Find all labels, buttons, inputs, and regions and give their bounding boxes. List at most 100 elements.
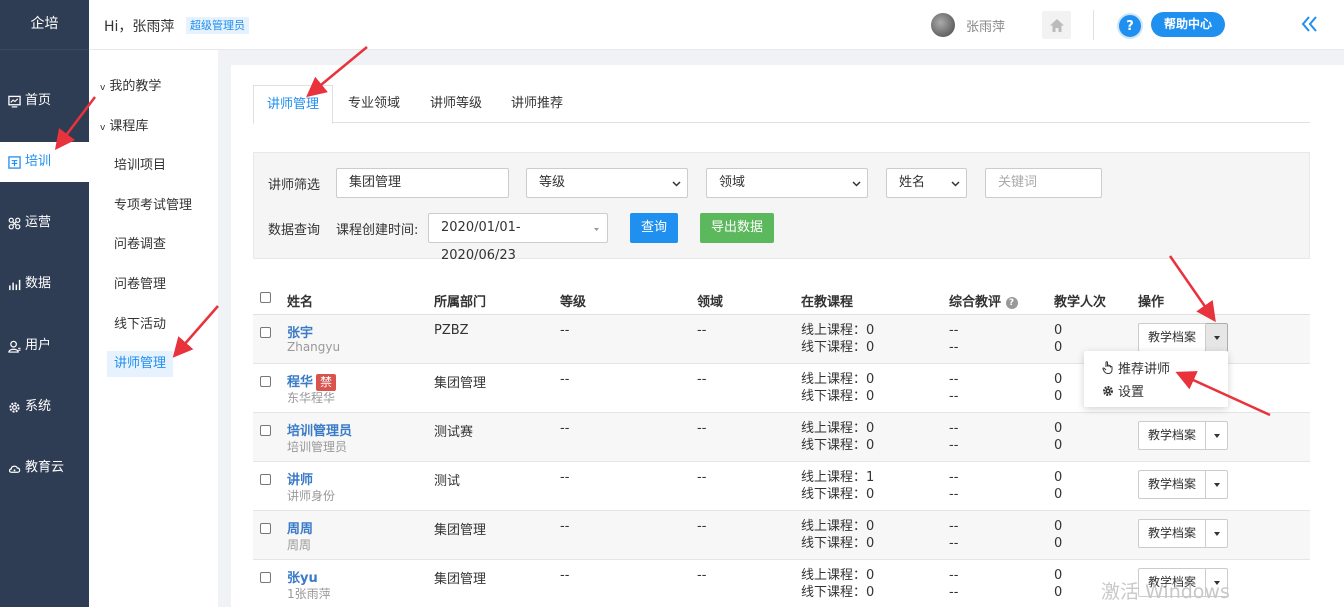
online-label: 线上课程： [801, 323, 867, 338]
home-button[interactable] [1042, 11, 1071, 39]
created-time-label: 课程创建时间: [336, 223, 419, 238]
group-input[interactable]: 集团管理 [336, 168, 509, 198]
action-dropdown-toggle[interactable] [1206, 519, 1229, 548]
lecturer-sub: 周周 [287, 538, 312, 552]
rating-value: -- [949, 323, 959, 338]
query-button[interactable]: 查询 [630, 213, 678, 243]
keyword-input[interactable]: 关键词 [985, 168, 1102, 198]
dept-cell: 测试赛 [434, 425, 474, 440]
select-all-checkbox[interactable] [260, 292, 271, 303]
row-checkbox[interactable] [260, 572, 271, 583]
dept-cell: PZBZ [434, 323, 469, 338]
domain-select[interactable]: 领域 [706, 168, 868, 198]
gear-icon [1103, 385, 1113, 396]
menu-item-settings[interactable]: 设置 [1102, 381, 1144, 400]
row-checkbox[interactable] [260, 425, 271, 436]
help-question-icon[interactable]: ? [1117, 13, 1143, 39]
rating-cell: -- -- [949, 518, 958, 552]
lecturer-name-link[interactable]: 程华禁 [287, 371, 337, 391]
rating-value: -- [949, 470, 959, 485]
nav-item-data[interactable]: 数据 [0, 264, 89, 304]
offline-courses: 线下课程：0 [801, 584, 874, 601]
teaching-archive-button[interactable]: 教学档案 [1138, 470, 1207, 499]
export-button[interactable]: 导出数据 [700, 213, 774, 243]
nav-item-edu-cloud[interactable]: 教育云 [0, 448, 89, 488]
teaching-archive-button[interactable]: 教学档案 [1138, 323, 1207, 352]
nav-item-system[interactable]: 系统 [0, 387, 89, 427]
nav-item-training[interactable]: 培训 [0, 142, 89, 182]
nav-item-home[interactable]: 首页 [0, 81, 89, 121]
subnav-group-my-teaching[interactable]: v 我的教学 [100, 78, 161, 97]
nav-item-operations[interactable]: 运营 [0, 203, 89, 243]
tab-recommend[interactable]: 讲师推荐 [511, 85, 563, 123]
action-dropdown-toggle[interactable] [1206, 323, 1229, 352]
offline-label: 线下课程： [801, 487, 867, 502]
online-courses: 线上课程：0 [801, 567, 874, 584]
brand-logo[interactable]: 企培 [0, 0, 89, 50]
subnav-item-survey-manage[interactable]: 问卷管理 [114, 276, 166, 294]
subnav-item-survey[interactable]: 问卷调查 [114, 236, 166, 254]
username[interactable]: 张雨萍 [966, 16, 1005, 35]
subnav-item-training-projects[interactable]: 培训项目 [114, 157, 166, 175]
filter-label: 讲师筛选 [268, 178, 321, 193]
row-checkbox[interactable] [260, 327, 271, 338]
lecturer-name-link[interactable]: 张yu [287, 567, 318, 586]
lecturer-name-link[interactable]: 培训管理员 [287, 420, 352, 439]
offline-courses: 线下课程：0 [801, 437, 874, 454]
domain-cell: -- [697, 568, 707, 583]
question-circle-icon[interactable]: ? [1005, 297, 1018, 309]
online-courses: 线上课程：0 [801, 322, 874, 339]
training-icon [8, 155, 21, 169]
help-center-button[interactable]: 帮助中心 [1151, 12, 1226, 37]
offline-label: 线下课程： [801, 438, 867, 453]
menu-item-recommend[interactable]: 推荐讲师 [1102, 358, 1170, 377]
row-checkbox[interactable] [260, 523, 271, 534]
nav-label: 用户 [25, 338, 52, 353]
collapse-icon[interactable] [1299, 14, 1319, 34]
online-courses: 线上课程：0 [801, 518, 874, 535]
lecturer-sub: 东华程华 [287, 391, 336, 405]
lecturer-name-link[interactable]: 周周 [287, 518, 313, 537]
count-value: 0 [1054, 421, 1063, 436]
tab-lecturer-manage[interactable]: 讲师管理 [253, 85, 334, 124]
chevron-down-icon [852, 181, 861, 187]
table-row: 培训管理员 培训管理员 测试赛 -- -- 线上课程：0 线下课程：0 -- -- … [253, 413, 1310, 462]
count-value: 0 [1054, 536, 1063, 551]
subnav-item-lecturer-manage[interactable]: 讲师管理 [107, 351, 174, 377]
count-value: 0 [1054, 585, 1063, 600]
teaching-archive-button[interactable]: 教学档案 [1138, 519, 1207, 548]
action-dropdown-toggle[interactable] [1206, 421, 1229, 450]
level-select[interactable]: 等级 [526, 168, 688, 198]
online-count: 0 [866, 372, 875, 387]
online-count: 0 [866, 519, 875, 534]
lecturer-name-link[interactable]: 讲师 [287, 469, 313, 488]
greeting-text: Hi，张雨萍 [104, 19, 175, 35]
row-checkbox[interactable] [260, 376, 271, 387]
teaching-archive-button[interactable]: 教学档案 [1138, 421, 1207, 450]
courses-cell: 线上课程：0 线下课程：0 [801, 322, 874, 356]
subnav-item-offline-activity[interactable]: 线下活动 [114, 316, 166, 334]
count-cell: 00 [1054, 567, 1062, 601]
offline-label: 线下课程： [801, 389, 867, 404]
level-cell: -- [560, 421, 570, 436]
table-header: 姓名 所属部门 等级 领域 在教课程 综合教评 ? 教学人次 操作 [253, 282, 1310, 315]
tab-domain[interactable]: 专业领域 [348, 85, 400, 123]
user-icon [8, 340, 21, 353]
level-cell: -- [560, 519, 570, 534]
avatar[interactable] [931, 13, 955, 37]
tab-level[interactable]: 讲师等级 [430, 85, 482, 123]
date-range-input[interactable]: 2020/01/01-2020/06/23 [428, 213, 608, 263]
row-checkbox[interactable] [260, 474, 271, 485]
table-row: 周周 周周 集团管理 -- -- 线上课程：0 线下课程：0 -- -- 00 教学… [253, 511, 1310, 560]
offline-count: 0 [866, 536, 875, 551]
online-count: 0 [866, 323, 875, 338]
name-select[interactable]: 姓名 [886, 168, 967, 198]
action-dropdown-toggle[interactable] [1206, 470, 1229, 499]
subnav-group-course-library[interactable]: v 课程库 [100, 118, 148, 137]
nav-label: 系统 [25, 399, 52, 414]
subnav-item-special-exam[interactable]: 专项考试管理 [114, 197, 192, 215]
menu-item-label: 设置 [1118, 385, 1145, 400]
offline-courses: 线下课程：0 [801, 535, 874, 552]
lecturer-name-link[interactable]: 张宇 [287, 322, 313, 341]
nav-item-users[interactable]: 用户 [0, 326, 89, 366]
